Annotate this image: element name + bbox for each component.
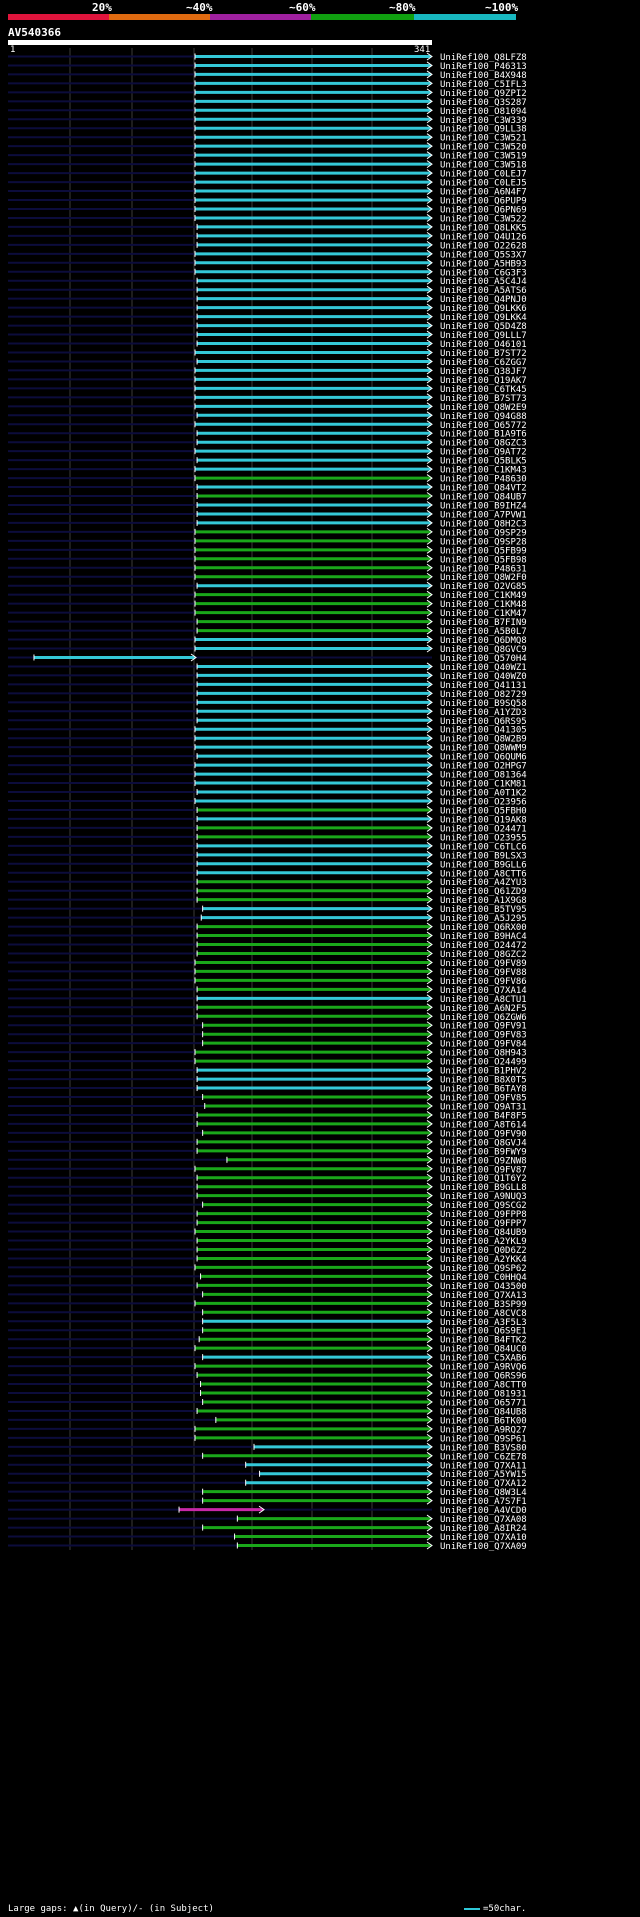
scale-label: =50char.: [483, 1904, 527, 1914]
alignment-chart: UniRef100_Q8LFZ8UniRef100_P46313UniRef10…: [8, 48, 527, 1552]
gaps-legend: Large gaps: ▲(in Query)/- (in Subject): [8, 1904, 214, 1914]
scale-line-icon: [464, 1907, 480, 1910]
hit-label[interactable]: UniRef100_Q7XA09: [440, 1542, 527, 1552]
scale-legend: =50char.: [464, 1904, 526, 1914]
